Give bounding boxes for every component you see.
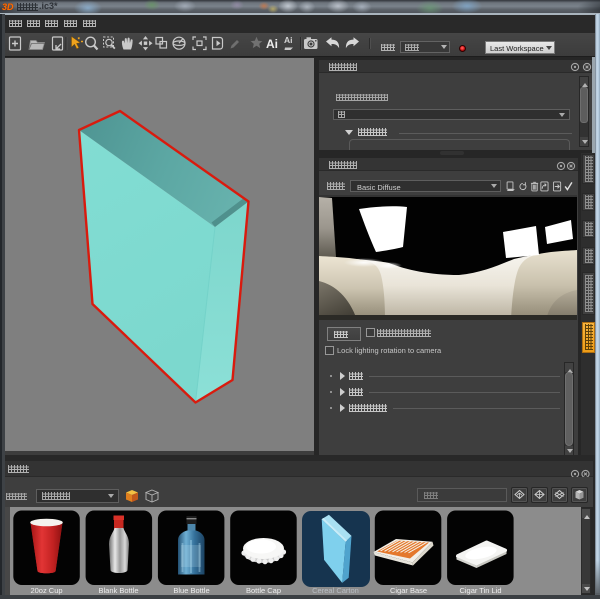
svg-text:Ai: Ai <box>284 35 293 45</box>
svg-text:Ai: Ai <box>266 37 278 51</box>
